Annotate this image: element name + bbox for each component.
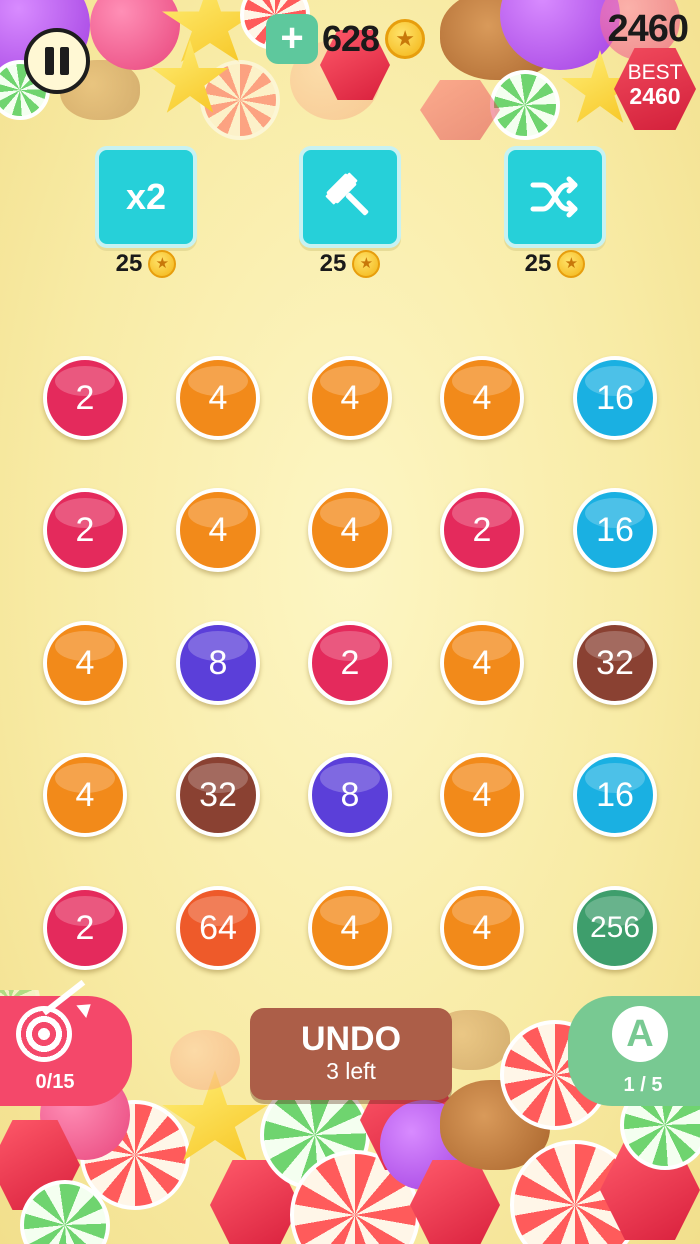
best-score-value: 2460 [629, 83, 681, 109]
ball-value: 2 [75, 909, 95, 947]
current-score: 2460 [607, 8, 689, 50]
number-ball[interactable]: 4 [440, 621, 524, 705]
number-ball[interactable]: 2 [440, 488, 524, 572]
number-ball[interactable]: 16 [573, 753, 657, 837]
number-ball[interactable]: 64 [176, 886, 260, 970]
ball-value: 4 [472, 909, 492, 947]
auto-play-button[interactable]: A 1 / 5 [568, 996, 700, 1106]
shuffle-icon [530, 176, 578, 218]
auto-count: 1 / 5 [623, 1074, 663, 1096]
powerup-cost: 25 ★ [95, 250, 197, 278]
cost-value: 25 [524, 250, 552, 277]
ball-value: 16 [596, 776, 634, 814]
add-coins-button[interactable]: + [266, 14, 318, 64]
pause-icon [45, 47, 54, 75]
hammer-button[interactable] [299, 146, 401, 248]
ball-value: 4 [472, 776, 492, 814]
ball-value: 4 [208, 511, 228, 549]
shuffle-button[interactable] [504, 146, 606, 248]
number-ball[interactable]: 4 [43, 621, 127, 705]
number-ball[interactable]: 8 [308, 753, 392, 837]
number-ball[interactable]: 256 [573, 886, 657, 970]
number-ball[interactable]: 4 [43, 753, 127, 837]
pause-button[interactable] [24, 28, 90, 94]
powerup-cost: 25 ★ [504, 250, 606, 278]
ball-value: 4 [75, 776, 95, 814]
undo-label: UNDO [300, 1020, 402, 1058]
double-icon: x2 [125, 176, 167, 217]
number-ball[interactable]: 16 [573, 488, 657, 572]
cost-value: 25 [319, 250, 347, 277]
cost-value: 25 [115, 250, 143, 277]
auto-icon: A [612, 1006, 668, 1062]
ball-value: 2 [340, 644, 360, 682]
ball-value: 16 [596, 511, 634, 549]
target-progress: 0/15 [35, 1071, 75, 1093]
coin-icon: ★ [385, 19, 426, 59]
arrow-icon [42, 979, 86, 1016]
number-ball[interactable]: 4 [308, 356, 392, 440]
number-ball[interactable]: 2 [43, 886, 127, 970]
coin-count: 628 [322, 18, 380, 59]
coin-icon: ★ [557, 250, 586, 278]
powerup-hammer[interactable]: 25 ★ [299, 146, 401, 278]
undo-button[interactable]: UNDO 3 left [250, 1008, 452, 1100]
coin-icon: ★ [352, 250, 381, 278]
number-ball[interactable]: 4 [308, 488, 392, 572]
number-ball[interactable]: 4 [176, 488, 260, 572]
double-button[interactable]: x2 [95, 146, 197, 248]
number-ball[interactable]: 2 [308, 621, 392, 705]
ball-value: 256 [589, 911, 641, 944]
best-label: BEST [627, 61, 683, 84]
ball-value: 32 [199, 776, 237, 814]
powerup-cost: 25 ★ [299, 250, 401, 278]
undo-remaining: 3 left [326, 1058, 376, 1084]
number-ball[interactable]: 4 [440, 753, 524, 837]
number-ball[interactable]: 4 [308, 886, 392, 970]
target-goal-button[interactable]: 0/15 [0, 979, 132, 1106]
ball-value: 4 [340, 511, 360, 549]
number-ball[interactable]: 16 [573, 356, 657, 440]
ball-value: 4 [208, 379, 228, 417]
ball-value: 4 [472, 379, 492, 417]
hammer-icon [325, 172, 369, 216]
number-ball[interactable]: 4 [440, 886, 524, 970]
number-ball[interactable]: 4 [440, 356, 524, 440]
ball-value: 16 [596, 379, 634, 417]
ball-value: 4 [340, 379, 360, 417]
ball-value: 8 [340, 776, 360, 814]
ball-value: 2 [75, 379, 95, 417]
number-ball[interactable]: 4 [176, 356, 260, 440]
target-icon [16, 1006, 72, 1062]
number-ball[interactable]: 32 [176, 753, 260, 837]
number-ball[interactable]: 8 [176, 621, 260, 705]
number-ball[interactable]: 32 [573, 621, 657, 705]
ball-value: 4 [472, 644, 492, 682]
powerup-shuffle[interactable]: 25 ★ [504, 146, 606, 278]
coin-counter: + 628 ★ [266, 14, 426, 64]
powerup-double[interactable]: x2 25 ★ [95, 146, 197, 278]
number-ball[interactable]: 2 [43, 488, 127, 572]
ball-value: 8 [208, 644, 228, 682]
ball-value: 64 [199, 909, 237, 947]
coin-icon: ★ [148, 250, 177, 278]
ball-value: 2 [75, 511, 95, 549]
ball-value: 2 [472, 511, 492, 549]
ball-value: 32 [596, 644, 634, 682]
number-ball[interactable]: 2 [43, 356, 127, 440]
ball-value: 4 [340, 909, 360, 947]
ball-value: 4 [75, 644, 95, 682]
